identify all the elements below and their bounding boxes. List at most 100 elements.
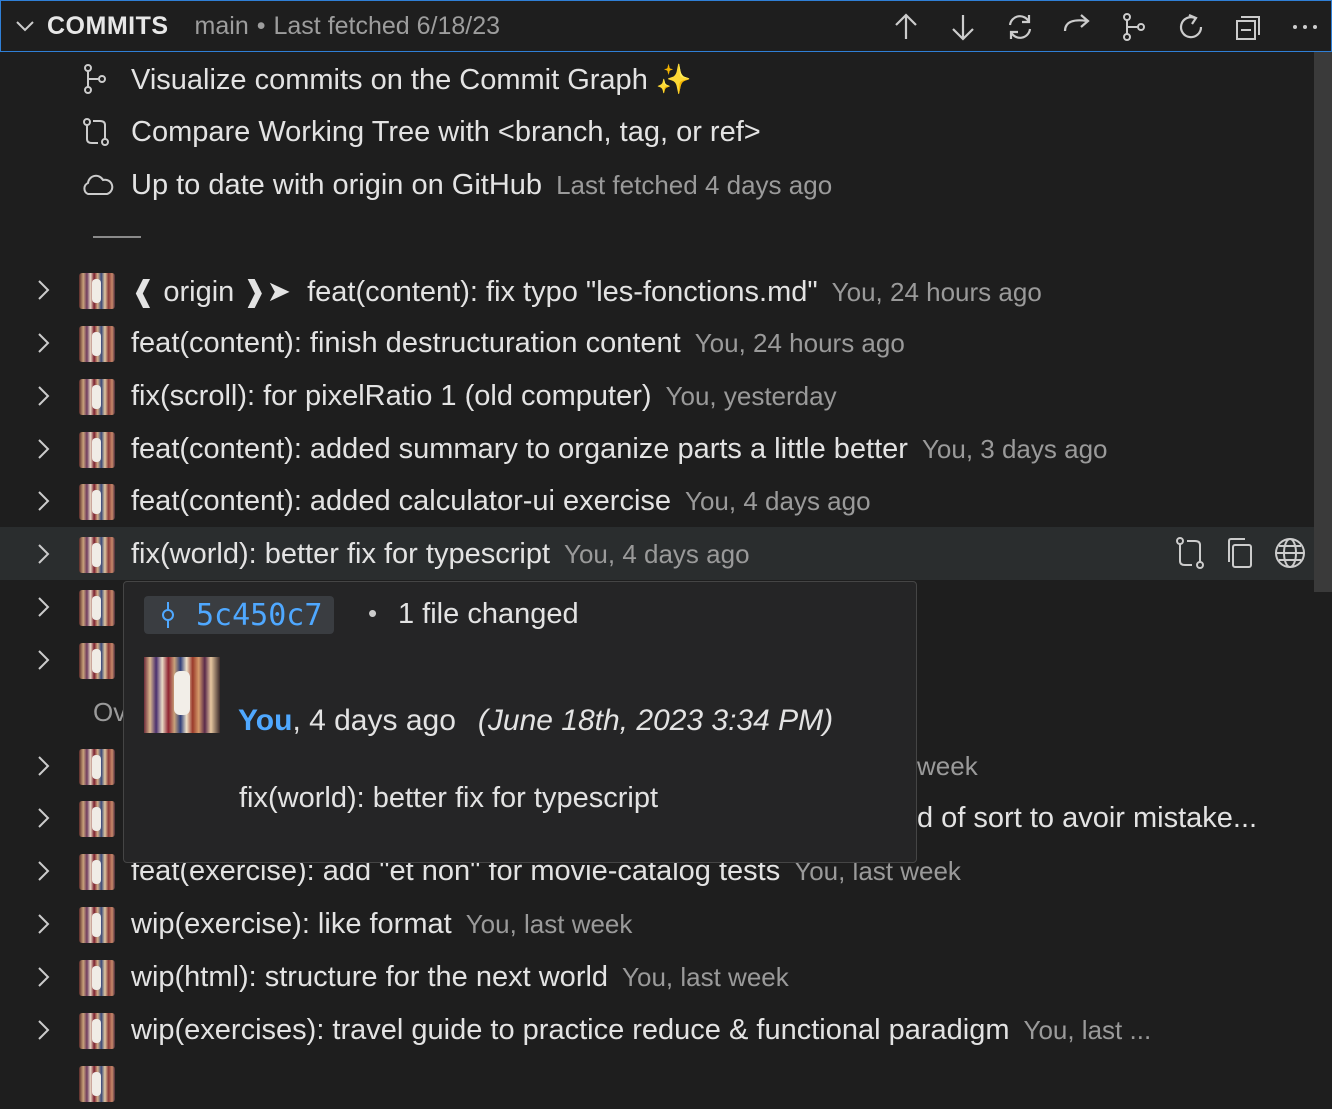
commit-meta: You, 24 hours ago [694,328,905,358]
commit-row[interactable]: wip(exercises): travel guide to practice… [0,1003,1318,1056]
commit-text: wip(exercise): like format You, last week [131,908,632,941]
commit-message: d of sort to avoir mistake... [917,802,1258,834]
commit-text: wip(html): structure for the next world Y… [131,961,789,994]
chevron-right-icon[interactable] [30,594,56,620]
commit-row[interactable]: ❰ origin ❱➤ feat(content): fix typo "les… [0,263,1318,316]
commit-meta: You, yesterday [665,381,837,411]
last-fetched-text: Last fetched 6/18/23 [273,11,501,40]
switch-branch-button[interactable] [1059,9,1095,45]
chevron-right-icon[interactable] [30,964,56,990]
chevron-right-icon[interactable] [30,911,56,937]
commit-graph-button[interactable] [1116,9,1152,45]
commit-graph-row[interactable]: Visualize commits on the Commit Graph ✨ [0,52,1318,105]
commit-text: ❰ origin ❱➤ feat(content): fix typo "les… [131,274,1042,309]
compare-label: Compare Working Tree with <branch, tag, … [131,116,761,148]
header-actions [867,9,1323,45]
git-graph-icon [1123,13,1145,41]
more-actions-button[interactable] [1287,9,1323,45]
chevron-down-icon[interactable] [13,14,37,38]
author-avatar [79,854,115,890]
commit-row[interactable]: feat(content): added summary to organize… [0,422,1318,475]
commit-message: feat(content): finish destructuration co… [131,327,681,359]
upstream-status-row[interactable]: Up to date with origin on GitHub Last fet… [0,158,1318,211]
commit-message: feat(content): added calculator-ui exerc… [131,485,672,517]
chevron-right-icon[interactable] [30,277,56,303]
arrow-down-icon [952,15,974,41]
files-changed-link[interactable]: 1 file changed [398,598,579,631]
relative-date: , 4 days ago [292,704,456,737]
commit-message: wip(exercise): like format [131,908,452,940]
chevron-right-icon[interactable] [30,436,56,462]
chevron-right-icon[interactable] [30,1017,56,1043]
sync-button[interactable] [1002,9,1038,45]
commit-text: fix(world): better fix for typescript You… [131,538,750,571]
chevron-right-icon[interactable] [30,805,56,831]
push-button[interactable] [888,9,924,45]
compare-icon [83,118,109,146]
header-separator: • [256,11,266,40]
refresh-button[interactable] [1173,9,1209,45]
commit-sha: 5c450c7 [196,597,323,633]
author-avatar [79,801,115,837]
globe-icon[interactable] [1272,535,1308,571]
row-actions [1158,535,1308,571]
author-line: You, 4 days ago (June 18th, 2023 3:34 PM) [238,704,833,738]
commit-sha-link[interactable]: 5c450c7 [144,596,335,634]
compare-icon[interactable] [1172,535,1208,571]
commit-row[interactable]: feat(content): finish destructuration co… [0,316,1318,369]
collapse-all-icon [1236,16,1260,40]
upstream-status-meta: Last fetched 4 days ago [556,170,833,200]
separator-line [93,236,141,238]
commit-meta: You, last ... [1023,1015,1152,1045]
chevron-right-icon[interactable] [30,647,56,673]
commit-meta: You, 3 days ago [921,434,1108,464]
chevron-right-icon[interactable] [30,383,56,409]
author-avatar [79,273,115,309]
commit-text: feat(content): added calculator-ui exerc… [131,485,871,518]
commit-meta: You, 4 days ago [685,486,871,516]
commit-meta: week [917,751,978,781]
commit-message: fix(world): better fix for typescript [131,538,550,570]
chevron-right-icon[interactable] [30,541,56,567]
commit-row[interactable]: feat(content): added calculator-ui exerc… [0,474,1318,527]
pull-button[interactable] [945,9,981,45]
author-avatar [79,590,115,626]
chevron-right-icon[interactable] [30,858,56,884]
commit-message: feat(content): fix typo "les-fonctions.m… [307,276,818,308]
chevron-right-icon[interactable] [30,753,56,779]
author-avatar [79,907,115,943]
arrow-return-icon [1063,14,1090,32]
commits-view-header[interactable]: COMMITS main • Last fetched 6/18/23 [0,0,1332,52]
collapse-all-button[interactable] [1230,9,1266,45]
chevron-right-icon[interactable] [30,488,56,514]
chevron-right-icon[interactable] [30,330,56,356]
commit-row[interactable]: fix(scroll): for pixelRatio 1 (old compu… [0,369,1318,422]
scrollbar[interactable] [1314,52,1332,592]
copy-icon[interactable] [1222,535,1258,571]
sync-icon [1008,15,1032,39]
commit-row[interactable]: wip(html): structure for the next world Y… [0,950,1318,1003]
commit-text: feat(content): added summary to organize… [131,433,1108,466]
author-avatar [79,643,115,679]
commit-text: fix(scroll): for pixelRatio 1 (old compu… [131,380,837,413]
commit-row-hovered[interactable]: fix(world): better fix for typescript You… [0,527,1318,580]
commit-row[interactable]: wip(exercise): like format You, last week [0,897,1318,950]
absolute-date: (June 18th, 2023 3:34 PM) [477,704,834,737]
commit-message: wip(html): structure for the next world [131,961,609,993]
upstream-status-label: Up to date with origin on GitHub [131,169,543,201]
commit-row[interactable] [0,1056,1318,1109]
compare-row[interactable]: Compare Working Tree with <branch, tag, … [0,105,1318,158]
author-avatar [79,432,115,468]
cloud-icon [83,174,114,195]
branch-name: main [194,11,249,40]
commit-hover-tooltip: 5c450c7 • 1 file changed You, 4 days ago… [123,581,917,863]
author-name[interactable]: You [238,704,292,737]
commit-text: wip(exercises): travel guide to practice… [131,1014,1151,1047]
author-avatar [79,960,115,996]
author-avatar [79,326,115,362]
author-avatar [79,484,115,520]
commit-graph-icon [84,64,106,94]
author-avatar-large [144,657,220,733]
view-title: COMMITS [47,11,169,40]
commit-message: feat(content): added summary to organize… [131,433,908,465]
